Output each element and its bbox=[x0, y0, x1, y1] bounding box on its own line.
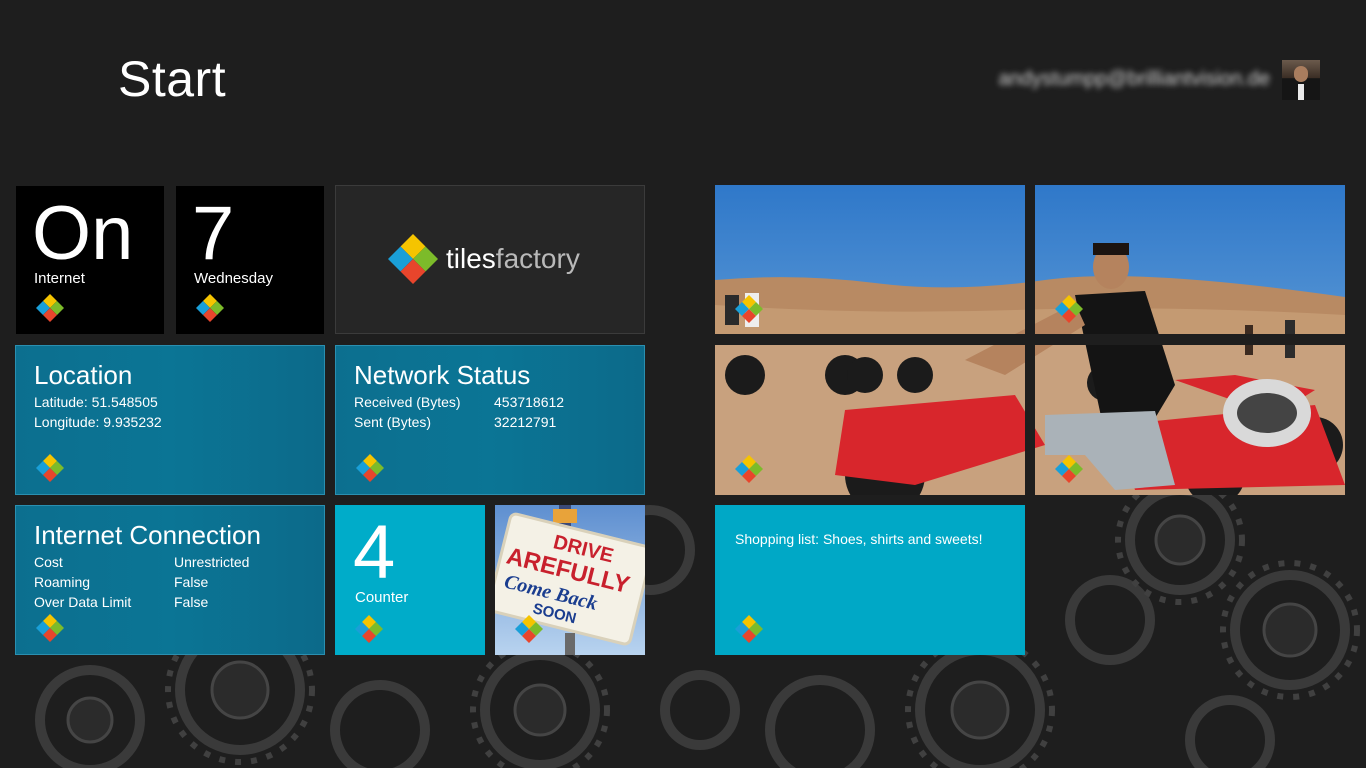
internet-connection-tile[interactable]: Internet Connection Cost Unrestricted Ro… bbox=[15, 505, 325, 655]
tilesfactory-logo-icon bbox=[196, 294, 224, 322]
atv-photo-tile[interactable] bbox=[715, 185, 1345, 495]
counter-label: Counter bbox=[355, 589, 409, 606]
internet-connection-title: Internet Connection bbox=[34, 520, 261, 550]
cost-value: Unrestricted bbox=[174, 554, 250, 570]
sign-photo-tile[interactable]: DRIVE AREFULLY Come Back SOON bbox=[495, 505, 645, 655]
user-email[interactable]: andystumpp@brilliantvision.de bbox=[998, 68, 1270, 91]
tilesfactory-logo-icon bbox=[36, 294, 64, 322]
tilesfactory-logo-icon bbox=[36, 454, 64, 482]
brand-word-tiles: tiles bbox=[446, 243, 496, 274]
tilesfactory-logo-icon bbox=[735, 615, 763, 643]
date-day-number: 7 bbox=[192, 191, 235, 276]
roaming-label: Roaming bbox=[34, 574, 91, 590]
location-tile[interactable]: Location Latitude: 51.548505 Longitude: … bbox=[15, 345, 325, 495]
shopping-list-text: Shopping list: Shoes, shirts and sweets! bbox=[735, 531, 983, 547]
counter-value: 4 bbox=[353, 510, 396, 595]
tilesfactory-logo-icon bbox=[1055, 295, 1083, 323]
tilesfactory-brand-icon bbox=[388, 234, 438, 284]
sent-value: 32212791 bbox=[494, 414, 557, 430]
latitude-value: Latitude: 51.548505 bbox=[34, 394, 158, 410]
date-tile[interactable]: 7 Wednesday bbox=[176, 186, 324, 334]
tilesfactory-brand-tile[interactable]: tilesfactory bbox=[335, 185, 645, 334]
shopping-list-tile[interactable]: Shopping list: Shoes, shirts and sweets! bbox=[715, 505, 1025, 655]
over-limit-value: False bbox=[174, 594, 209, 610]
received-label: Received (Bytes) bbox=[354, 394, 461, 410]
internet-status-label: Internet bbox=[34, 270, 85, 287]
location-values: Latitude: 51.548505 Longitude: 9.935232 bbox=[34, 392, 162, 432]
atv-desert-photo bbox=[715, 185, 1345, 495]
tilesfactory-logo-icon bbox=[515, 615, 543, 643]
network-status-tile[interactable]: Network Status Received (Bytes) 45371861… bbox=[335, 345, 645, 495]
sent-label: Sent (Bytes) bbox=[354, 414, 432, 430]
tilesfactory-logo: tilesfactory bbox=[388, 234, 580, 284]
tilesfactory-logo-icon bbox=[735, 295, 763, 323]
location-title: Location bbox=[34, 360, 133, 390]
network-status-values: Received (Bytes) 453718612 Sent (Bytes) … bbox=[354, 392, 564, 432]
longitude-value: Longitude: 9.935232 bbox=[34, 414, 162, 430]
tilesfactory-logo-icon bbox=[36, 614, 64, 642]
tilesfactory-logo-icon bbox=[735, 455, 763, 483]
tilesfactory-logo-icon bbox=[1055, 455, 1083, 483]
internet-status-tile[interactable]: On Internet bbox=[16, 186, 164, 334]
page-title: Start bbox=[118, 51, 227, 107]
received-value: 453718612 bbox=[494, 394, 565, 410]
internet-status-value: On bbox=[32, 191, 134, 276]
date-weekday: Wednesday bbox=[194, 270, 273, 287]
avatar[interactable] bbox=[1282, 60, 1320, 100]
internet-connection-values: Cost Unrestricted Roaming False Over Dat… bbox=[34, 552, 249, 612]
over-limit-label: Over Data Limit bbox=[34, 594, 132, 610]
tilesfactory-logo-icon bbox=[355, 615, 383, 643]
tilesfactory-logo-icon bbox=[356, 454, 384, 482]
cost-label: Cost bbox=[34, 554, 63, 570]
start-screen: Start andystumpp@brilliantvision.de On I… bbox=[0, 0, 1366, 768]
brand-word-factory: factory bbox=[495, 243, 580, 274]
roaming-value: False bbox=[174, 574, 209, 590]
counter-tile[interactable]: 4 Counter bbox=[335, 505, 485, 655]
network-status-title: Network Status bbox=[354, 360, 531, 390]
